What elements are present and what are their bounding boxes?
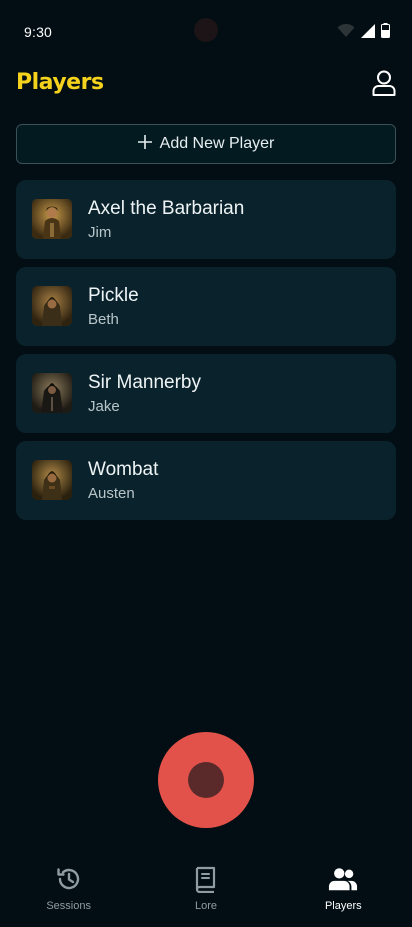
camera-cutout [194, 18, 218, 42]
battery-icon [381, 23, 390, 43]
player-name: Pickle [88, 285, 139, 306]
record-icon [188, 762, 224, 798]
hooded-rogue-portrait [32, 460, 72, 500]
nav-item-sessions[interactable]: Sessions [0, 852, 137, 927]
nav-item-lore[interactable]: Lore [137, 852, 274, 927]
nav-label: Lore [194, 900, 217, 912]
user-icon [372, 70, 396, 101]
status-time: 9:30 [24, 24, 53, 40]
record-button[interactable] [158, 732, 254, 828]
add-new-player-label: Add New Player [159, 135, 275, 152]
player-card[interactable]: Axel the Barbarian Jim [16, 180, 396, 259]
bottom-nav: Sessions Lore Players [0, 852, 412, 927]
page-title: Players [16, 70, 104, 95]
add-new-player-button[interactable]: Add New Player [16, 124, 396, 164]
hooded-ranger-portrait [32, 286, 72, 326]
player-card[interactable]: Pickle Beth [16, 267, 396, 346]
profile-button[interactable] [370, 70, 398, 100]
wifi-icon [337, 23, 355, 43]
player-owner: Jake [88, 398, 120, 415]
app-header: Players [0, 66, 412, 106]
player-list: Axel the Barbarian Jim Pickle Beth Sir M… [16, 180, 396, 520]
book-icon [191, 864, 221, 894]
history-icon [54, 864, 84, 894]
player-name: Axel the Barbarian [88, 198, 245, 219]
plus-icon [137, 134, 152, 154]
nav-label: Players [324, 900, 362, 912]
player-owner: Beth [88, 311, 119, 328]
player-card[interactable]: Wombat Austen [16, 441, 396, 520]
player-name: Wombat [88, 459, 159, 480]
people-icon [328, 864, 358, 894]
barbarian-portrait [32, 199, 72, 239]
player-owner: Jim [88, 224, 112, 241]
dark-knight-portrait [32, 373, 72, 413]
status-bar: 9:30 [0, 0, 412, 64]
nav-item-players[interactable]: Players [275, 852, 412, 927]
player-card[interactable]: Sir Mannerby Jake [16, 354, 396, 433]
signal-icon [361, 23, 375, 43]
status-icons [337, 23, 390, 43]
player-name: Sir Mannerby [88, 372, 201, 393]
player-owner: Austen [88, 485, 135, 502]
nav-label: Sessions [46, 900, 91, 912]
